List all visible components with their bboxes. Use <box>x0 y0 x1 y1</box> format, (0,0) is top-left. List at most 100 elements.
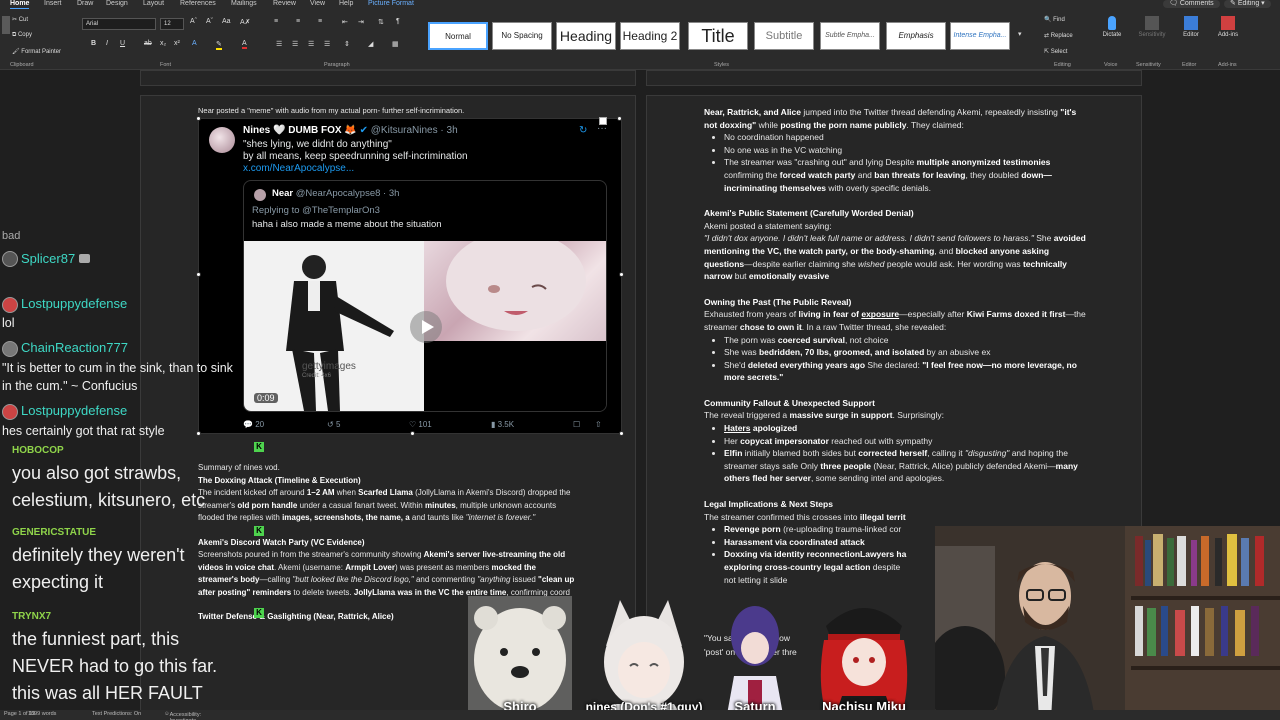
font-size-select[interactable]: 12 <box>160 18 184 30</box>
editor-button[interactable]: Editor <box>1176 16 1206 38</box>
align-center-icon[interactable]: ☰ <box>292 40 298 48</box>
para-owning-the-past: Exhausted from years of living in fear o… <box>704 308 1086 333</box>
multilevel-list-icon[interactable]: ≡ <box>318 18 322 25</box>
grow-font-icon[interactable]: Aˆ <box>190 18 197 25</box>
resize-handle-ne[interactable] <box>617 116 622 121</box>
bold-icon[interactable]: B <box>91 40 96 47</box>
resize-handle-se[interactable] <box>619 431 624 436</box>
resize-handle-e[interactable] <box>619 272 624 277</box>
comments-button[interactable]: 🗨 Comments <box>1163 0 1220 8</box>
line-spacing-icon[interactable]: ⇕ <box>344 40 350 48</box>
shrink-font-icon[interactable]: Aˇ <box>206 18 213 25</box>
style-emphasis[interactable]: Emphasis <box>886 22 946 50</box>
style-intense-emphasis[interactable]: Intense Empha... <box>950 22 1010 50</box>
tab-layout[interactable]: Layout <box>143 0 164 8</box>
style-subtle-emphasis[interactable]: Subtle Empha... <box>820 22 880 50</box>
views-count: 3.5K <box>497 420 515 429</box>
resize-handle-sw[interactable] <box>196 431 201 436</box>
styles-more-icon[interactable]: ▾ <box>1018 30 1022 38</box>
tab-draw[interactable]: Draw <box>77 0 93 8</box>
text-effects-icon[interactable]: A <box>192 40 197 47</box>
align-left-icon[interactable]: ☰ <box>276 40 282 48</box>
addins-group-label: Add-ins <box>1218 62 1237 68</box>
heading-legal-implications: Legal Implications & Next Steps <box>704 499 833 510</box>
strikethrough-icon[interactable]: ab <box>144 40 152 47</box>
retweet-button[interactable]: ↺ 5 <box>327 420 340 429</box>
borders-icon[interactable]: ▦ <box>392 40 399 48</box>
tab-view[interactable]: View <box>310 0 325 8</box>
bullets-icon[interactable]: ≡ <box>274 18 278 25</box>
word-count[interactable]: 1099 words <box>28 711 56 717</box>
quoted-tweet[interactable]: Near @NearApocalypse8 · 3h Replying to @… <box>243 180 607 412</box>
font-name-select[interactable]: Arial <box>82 18 156 30</box>
style-subtitle[interactable]: Subtitle <box>754 22 814 50</box>
right-body-text: Near, Rattrick, and Alice jumped into th… <box>704 106 1086 586</box>
align-right-icon[interactable]: ☰ <box>308 40 314 48</box>
highlight-icon[interactable]: ✎ <box>216 40 222 50</box>
change-case-icon[interactable]: Aa <box>222 18 231 25</box>
select-button[interactable]: ⇱ Select <box>1044 48 1067 55</box>
find-button[interactable]: 🔍 Find <box>1044 16 1065 23</box>
text-run: . They claimed: <box>906 119 964 130</box>
style-title[interactable]: Title <box>688 22 748 50</box>
increase-indent-icon[interactable]: ⇥ <box>358 18 364 26</box>
numbering-icon[interactable]: ≡ <box>296 18 300 25</box>
tab-review[interactable]: Review <box>273 0 296 8</box>
style-no-spacing[interactable]: No Spacing <box>492 22 552 50</box>
avatar-tile-nachisu-miku: Nachisu Miku <box>808 596 920 720</box>
resize-handle-w[interactable] <box>196 272 201 277</box>
tab-design[interactable]: Design <box>106 0 128 8</box>
sort-icon[interactable]: ⇅ <box>378 18 384 26</box>
text-predictions-status[interactable]: Text Predictions: On <box>92 711 141 717</box>
tweet-link[interactable]: x.com/NearApocalypse... <box>243 163 468 175</box>
cut-button[interactable]: ✂ Cut <box>12 16 28 23</box>
tab-home[interactable]: Home <box>10 0 30 9</box>
bookmark-icon[interactable]: ☐ <box>573 420 580 429</box>
format-painter-button[interactable]: 🖌 Format Painter <box>12 48 61 55</box>
subscript-icon[interactable]: x₂ <box>160 40 166 47</box>
clear-formatting-icon[interactable]: A✗ <box>240 18 251 26</box>
text-run: The streamer confirmed this crosses into <box>704 511 858 522</box>
like-button[interactable]: ♡ 101 <box>409 420 432 429</box>
style-normal[interactable]: Normal <box>428 22 488 50</box>
resize-handle-s[interactable] <box>410 431 415 436</box>
style-heading-2[interactable]: Heading 2 <box>620 22 680 50</box>
addins-button[interactable]: Add-ins <box>1212 16 1244 38</box>
play-button-icon[interactable] <box>410 311 442 343</box>
views-button[interactable]: ▮ 3.5K <box>491 420 514 429</box>
replace-button[interactable]: ⇄ Replace <box>1044 32 1073 39</box>
getty-watermark: gettyimages <box>302 361 356 372</box>
justify-icon[interactable]: ☰ <box>324 40 330 48</box>
tab-mailings[interactable]: Mailings <box>231 0 257 8</box>
show-marks-icon[interactable]: ¶ <box>396 18 400 25</box>
comments-label: Comments <box>1179 0 1214 7</box>
italic-icon[interactable]: I <box>106 40 108 47</box>
sensitivity-button[interactable]: Sensitivity <box>1132 16 1172 38</box>
decrease-indent-icon[interactable]: ⇤ <box>342 18 348 26</box>
editing-mode-button[interactable]: ✎ Editing ▾ <box>1224 0 1271 8</box>
dictate-label: Dictate <box>1102 32 1122 38</box>
font-color-icon[interactable]: A <box>242 40 247 49</box>
superscript-icon[interactable]: x² <box>174 40 180 47</box>
resize-handle-nw[interactable] <box>196 116 201 121</box>
tab-insert[interactable]: Insert <box>44 0 62 8</box>
share-icon[interactable]: ⇧ <box>595 420 602 429</box>
reply-button[interactable]: 💬 20 <box>243 420 264 429</box>
text-run: bedridden, 70 lbs, groomed, and isolated <box>758 347 925 358</box>
rotate-handle-icon[interactable] <box>599 117 607 125</box>
tab-references[interactable]: References <box>180 0 216 8</box>
accessibility-status[interactable]: ☺ Accessibility: Investigate <box>164 711 201 720</box>
shading-icon[interactable]: ◢ <box>368 40 373 48</box>
editing-mode-label: Editing <box>1237 0 1260 7</box>
underline-icon[interactable]: U <box>120 40 125 47</box>
grok-icon[interactable]: ↻ <box>579 125 587 136</box>
text-run: The streamer was "crashing out" and lyin… <box>724 157 915 168</box>
text-run: Haters <box>724 423 751 434</box>
text-run: Doxxing via identity reconnection <box>724 549 861 560</box>
paste-icon[interactable] <box>2 16 10 34</box>
style-heading[interactable]: Heading <box>556 22 616 50</box>
copy-button[interactable]: ⧉ Copy <box>12 32 32 39</box>
dictate-button[interactable]: Dictate <box>1098 16 1126 38</box>
tab-picture-format[interactable]: Picture Format <box>368 0 414 8</box>
tab-help[interactable]: Help <box>339 0 353 8</box>
